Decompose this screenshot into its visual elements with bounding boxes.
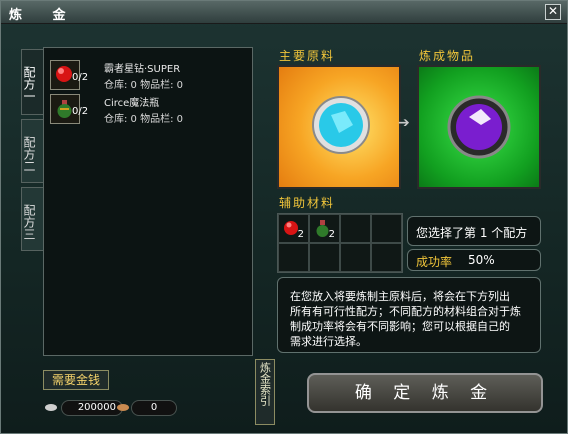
silver-coin-icon — [45, 404, 57, 411]
tab-recipe-3-label: 配方三 — [22, 204, 36, 240]
aux-material-grid: 2 2 — [277, 213, 403, 273]
selection-box: 您选择了第 1 个配方 — [407, 216, 541, 246]
recipe-item-1-stock: 仓库: 0 物品栏: 0 — [104, 80, 183, 91]
confirm-alchemy-button[interactable]: 确 定 炼 金 — [307, 373, 543, 413]
copper-coin-icon — [117, 404, 129, 411]
tab-recipe-1-label: 配方一 — [22, 66, 36, 102]
alchemy-index-label: 炼金索引 — [258, 362, 272, 406]
description-line-2: 所有有可行性配方；不同配方的材料组合对于炼 — [290, 305, 521, 318]
aux-slot-4[interactable] — [371, 214, 402, 243]
alchemy-window: 炼 金 ✕ 配方一 配方二 配方三 0/2 霸者星钻·SUPER 仓库: 0 物… — [0, 0, 568, 434]
result-item-label: 炼成物品 — [419, 49, 476, 63]
main-material-label: 主要原料 — [279, 49, 336, 63]
money-amount: 200000 — [61, 400, 123, 416]
aux-slot-7[interactable] — [340, 243, 371, 272]
arrow-right-icon: ➔ — [398, 115, 410, 131]
tab-recipe-3[interactable]: 配方三 — [21, 187, 44, 251]
recipe-item-2-name[interactable]: Circe魔法瓶 — [104, 94, 159, 109]
main-material-slot[interactable] — [277, 65, 401, 189]
aux-slot-3[interactable] — [340, 214, 371, 243]
result-item-slot — [417, 65, 541, 189]
description-line-3: 制成功率将会有不同影响；您可以根据自己的 — [290, 320, 510, 333]
tab-recipe-2-label: 配方二 — [22, 136, 36, 172]
tab-recipe-1[interactable]: 配方一 — [21, 49, 44, 115]
recipe-item-2-stock: 仓库: 0 物品栏: 0 — [104, 114, 183, 125]
success-rate-value: 50% — [468, 253, 495, 267]
blue-gem-icon — [312, 96, 370, 154]
purple-gem-icon — [447, 95, 511, 159]
success-rate-label: 成功率 — [416, 255, 453, 269]
description-line-4: 需求进行选择。 — [290, 335, 367, 348]
recipe-list: 0/2 霸者星钻·SUPER 仓库: 0 物品栏: 0 0/2 Circe魔法瓶… — [43, 47, 253, 356]
required-gold-label: 需要金钱 — [43, 370, 109, 390]
alchemy-index-button[interactable]: 炼金索引 — [255, 359, 275, 425]
close-button[interactable]: ✕ — [545, 4, 561, 20]
tab-recipe-2[interactable]: 配方二 — [21, 119, 44, 183]
success-rate-box: 成功率 50% — [407, 249, 541, 271]
aux-slot-2[interactable]: 2 — [309, 214, 340, 243]
description-line-1: 在您放入将要炼制主原料后，将会在下方列出 — [290, 290, 510, 303]
aux-slot-1-count: 2 — [297, 229, 304, 240]
recipe-item-1-count: 0/2 — [72, 72, 89, 83]
selection-text: 您选择了第 1 个配方 — [416, 226, 528, 240]
title-bar: 炼 金 ✕ — [1, 1, 567, 24]
aux-slot-5[interactable] — [278, 243, 309, 272]
money-second: 0 — [131, 400, 177, 416]
recipe-item-1-name[interactable]: 霸者星钻·SUPER — [104, 60, 180, 75]
description-box: 在您放入将要炼制主原料后，将会在下方列出 所有有可行性配方；不同配方的材料组合对… — [277, 277, 541, 353]
aux-slot-2-count: 2 — [328, 229, 335, 240]
aux-material-label: 辅助材料 — [279, 196, 336, 210]
aux-slot-8[interactable] — [371, 243, 402, 272]
window-title: 炼 金 — [9, 8, 79, 23]
aux-slot-6[interactable] — [309, 243, 340, 272]
aux-slot-1[interactable]: 2 — [278, 214, 309, 243]
recipe-item-2-count: 0/2 — [72, 106, 89, 117]
